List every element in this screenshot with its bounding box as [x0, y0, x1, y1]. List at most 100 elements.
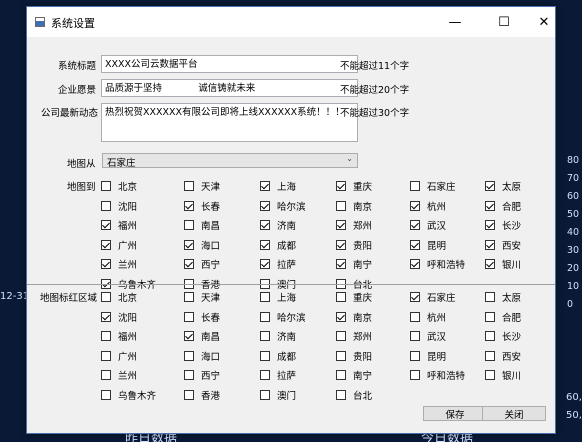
checkbox-box[interactable] [336, 239, 346, 250]
checkbox-box[interactable] [410, 331, 420, 341]
red-region-checkbox[interactable]: 天津 [184, 290, 220, 304]
checkbox-box[interactable] [485, 220, 495, 230]
red-region-checkbox[interactable]: 长沙 [485, 329, 521, 343]
checkbox-box[interactable] [410, 350, 420, 361]
checkbox-box[interactable] [184, 350, 194, 361]
checkbox-box[interactable] [260, 331, 270, 341]
checkbox-box[interactable] [260, 389, 270, 400]
checkbox-box[interactable] [485, 259, 495, 269]
maximize-button[interactable]: ☐ [484, 7, 524, 37]
red-region-checkbox[interactable]: 南京 [336, 310, 372, 324]
map-to-checkbox[interactable]: 武汉 [410, 218, 446, 232]
checkbox-box[interactable] [260, 370, 270, 380]
red-region-checkbox[interactable]: 武汉 [410, 329, 446, 343]
checkbox-box[interactable] [336, 181, 346, 191]
checkbox-box[interactable] [485, 350, 495, 361]
checkbox-box[interactable] [410, 311, 420, 322]
checkbox-box[interactable] [485, 370, 495, 380]
checkbox-box[interactable] [336, 389, 346, 400]
checkbox-box[interactable] [101, 181, 111, 191]
red-region-checkbox[interactable]: 上海 [260, 290, 296, 304]
map-to-checkbox[interactable]: 济南 [260, 218, 296, 232]
map-to-checkbox[interactable]: 长春 [184, 199, 220, 213]
checkbox-box[interactable] [101, 389, 111, 400]
checkbox-box[interactable] [260, 350, 270, 361]
map-to-checkbox[interactable]: 福州 [101, 218, 137, 232]
checkbox-box[interactable] [485, 239, 495, 250]
save-button[interactable]: 保存 [423, 406, 487, 421]
checkbox-box[interactable] [184, 331, 194, 341]
map-to-checkbox[interactable]: 成都 [260, 238, 296, 252]
red-region-checkbox[interactable]: 兰州 [101, 368, 137, 382]
map-to-checkbox[interactable]: 海口 [184, 238, 220, 252]
checkbox-box[interactable] [184, 259, 194, 269]
map-to-checkbox[interactable]: 南昌 [184, 218, 220, 232]
red-region-checkbox[interactable]: 郑州 [336, 329, 372, 343]
checkbox-box[interactable] [410, 259, 420, 269]
red-region-checkbox[interactable]: 成都 [260, 349, 296, 363]
checkbox-box[interactable] [101, 200, 111, 211]
map-to-checkbox[interactable]: 哈尔滨 [260, 199, 306, 213]
checkbox-box[interactable] [260, 292, 270, 302]
close-window-button[interactable]: ✕ [524, 7, 564, 37]
checkbox-box[interactable] [184, 200, 194, 211]
red-region-checkbox[interactable]: 重庆 [336, 290, 372, 304]
red-region-checkbox[interactable]: 西宁 [184, 368, 220, 382]
red-region-checkbox[interactable]: 福州 [101, 329, 137, 343]
checkbox-box[interactable] [184, 370, 194, 380]
checkbox-box[interactable] [184, 239, 194, 250]
checkbox-box[interactable] [485, 331, 495, 341]
map-to-checkbox[interactable]: 南京 [336, 199, 372, 213]
checkbox-box[interactable] [101, 292, 111, 302]
map-from-select[interactable]: 石家庄 ⌄ [102, 153, 358, 169]
map-to-checkbox[interactable]: 拉萨 [260, 257, 296, 271]
map-to-checkbox[interactable]: 银川 [485, 257, 521, 271]
map-to-checkbox[interactable]: 南宁 [336, 257, 372, 271]
map-to-checkbox[interactable]: 杭州 [410, 199, 446, 213]
red-region-checkbox[interactable]: 哈尔滨 [260, 310, 306, 324]
checkbox-box[interactable] [410, 220, 420, 230]
map-to-checkbox[interactable]: 西安 [485, 238, 521, 252]
red-region-checkbox[interactable]: 合肥 [485, 310, 521, 324]
checkbox-box[interactable] [260, 220, 270, 230]
red-region-checkbox[interactable]: 银川 [485, 368, 521, 382]
map-to-checkbox[interactable]: 石家庄 [410, 179, 456, 193]
map-to-checkbox[interactable]: 合肥 [485, 199, 521, 213]
red-region-checkbox[interactable]: 澳门 [260, 388, 296, 402]
red-region-checkbox[interactable]: 南昌 [184, 329, 220, 343]
checkbox-box[interactable] [101, 311, 111, 322]
checkbox-box[interactable] [260, 200, 270, 211]
map-to-checkbox[interactable]: 兰州 [101, 257, 137, 271]
red-region-checkbox[interactable]: 北京 [101, 290, 137, 304]
map-to-checkbox[interactable]: 广州 [101, 238, 137, 252]
checkbox-box[interactable] [184, 311, 194, 322]
checkbox-box[interactable] [410, 239, 420, 250]
checkbox-box[interactable] [485, 292, 495, 302]
red-region-checkbox[interactable]: 沈阳 [101, 310, 137, 324]
map-to-checkbox[interactable]: 呼和浩特 [410, 257, 465, 271]
checkbox-box[interactable] [101, 239, 111, 250]
red-region-checkbox[interactable]: 杭州 [410, 310, 446, 324]
checkbox-box[interactable] [410, 292, 420, 302]
checkbox-box[interactable] [336, 292, 346, 302]
map-to-checkbox[interactable]: 西宁 [184, 257, 220, 271]
checkbox-box[interactable] [184, 389, 194, 400]
checkbox-box[interactable] [101, 350, 111, 361]
checkbox-box[interactable] [101, 331, 111, 341]
checkbox-box[interactable] [336, 200, 346, 211]
checkbox-box[interactable] [184, 220, 194, 230]
map-to-checkbox[interactable]: 贵阳 [336, 238, 372, 252]
red-region-checkbox[interactable]: 昆明 [410, 349, 446, 363]
close-button[interactable]: 关闭 [482, 406, 546, 421]
map-to-checkbox[interactable]: 重庆 [336, 179, 372, 193]
red-region-checkbox[interactable]: 西安 [485, 349, 521, 363]
checkbox-box[interactable] [485, 181, 495, 191]
checkbox-box[interactable] [101, 220, 111, 230]
checkbox-box[interactable] [336, 259, 346, 269]
red-region-checkbox[interactable]: 长春 [184, 310, 220, 324]
map-to-checkbox[interactable]: 天津 [184, 179, 220, 193]
map-to-checkbox[interactable]: 郑州 [336, 218, 372, 232]
system-title-input[interactable]: XXXX公司云数据平台 [101, 55, 358, 73]
minimize-button[interactable]: — [435, 7, 475, 37]
checkbox-box[interactable] [410, 181, 420, 191]
